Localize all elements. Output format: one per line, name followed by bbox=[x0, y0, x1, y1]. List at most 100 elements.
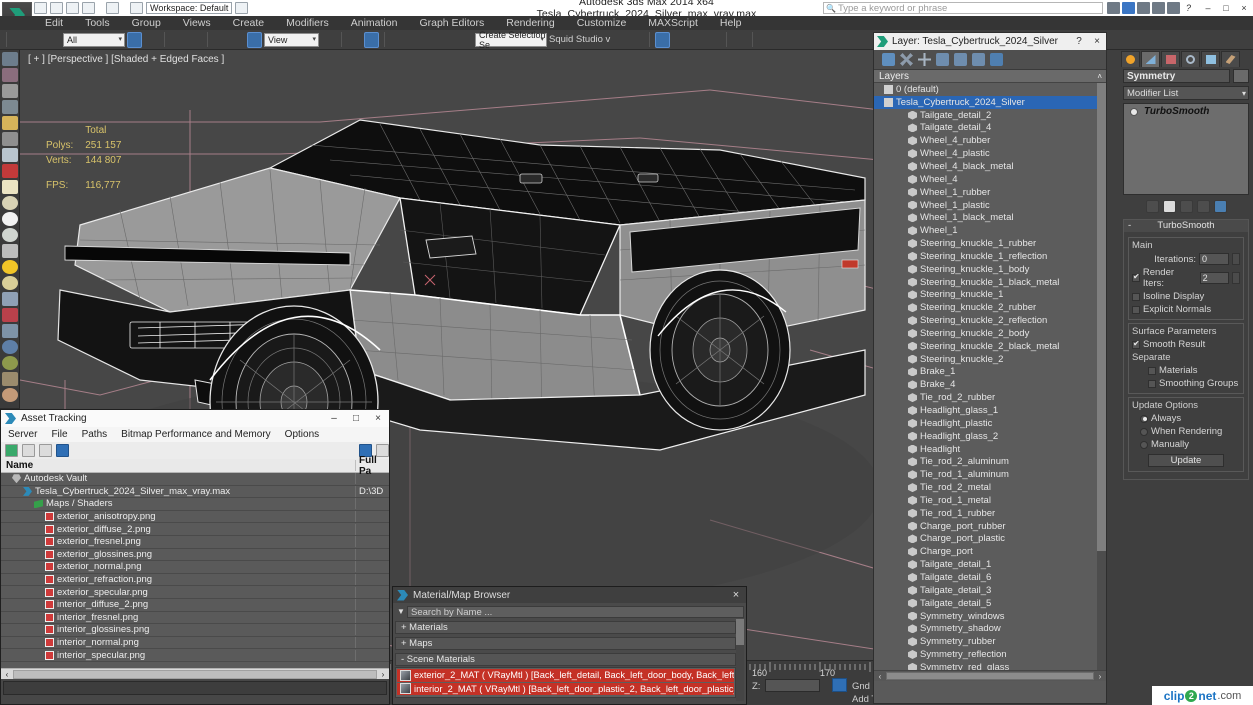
asset-menu-bitmap-performance[interactable]: Bitmap Performance and Memory bbox=[114, 429, 278, 440]
asset-menu-options[interactable]: Options bbox=[278, 429, 326, 440]
save-file-icon[interactable] bbox=[66, 2, 79, 14]
group-scene-materials[interactable]: - Scene Materials bbox=[395, 653, 736, 666]
layer-hscroll-thumb[interactable] bbox=[886, 672, 1094, 680]
layer-row[interactable]: Charge_port_plastic bbox=[874, 533, 1106, 546]
vray-clipper-icon[interactable] bbox=[1, 308, 18, 322]
asset-row[interactable]: exterior_anisotropy.png bbox=[1, 511, 389, 524]
layer-row[interactable]: Steering_knuckle_1 bbox=[874, 289, 1106, 302]
update-manually-radio[interactable] bbox=[1140, 440, 1148, 449]
layer-row[interactable]: Wheel_4_rubber bbox=[874, 134, 1106, 147]
bind-to-space-warp-icon[interactable] bbox=[46, 32, 61, 48]
layer-row[interactable]: 0 (default) bbox=[874, 83, 1106, 96]
layer-explorer-icon[interactable] bbox=[629, 32, 644, 48]
layer-row[interactable]: Wheel_4 bbox=[874, 173, 1106, 186]
tab-display[interactable] bbox=[1201, 51, 1220, 67]
asset-table-body[interactable]: Autodesk Vault Tesla_Cybertruck_2024_Silv… bbox=[1, 473, 389, 668]
light-bulb-icon[interactable] bbox=[1130, 107, 1138, 116]
update-button[interactable]: Update bbox=[1148, 454, 1224, 467]
vray-light-lister-icon[interactable] bbox=[1, 68, 18, 82]
menu-item-views[interactable]: Views bbox=[172, 16, 222, 30]
render-iters-value[interactable]: 2 bbox=[1199, 272, 1230, 284]
tab-hierarchy[interactable] bbox=[1161, 51, 1180, 67]
scroll-right-icon[interactable]: › bbox=[377, 670, 389, 679]
vray-fur-icon[interactable] bbox=[1, 292, 18, 306]
layer-row[interactable]: Headlight_glass_1 bbox=[874, 404, 1106, 417]
favorites-icon[interactable] bbox=[1167, 2, 1180, 14]
menu-item-edit[interactable]: Edit bbox=[34, 16, 74, 30]
asset-row[interactable]: exterior_specular.png bbox=[1, 586, 389, 599]
maximize-button[interactable]: □ bbox=[1217, 3, 1235, 13]
render-setup-icon[interactable] bbox=[732, 32, 747, 48]
turbosmooth-rollup-header[interactable]: - TurboSmooth bbox=[1124, 220, 1248, 232]
asset-row[interactable]: exterior_refraction.png bbox=[1, 574, 389, 587]
asset-horizontal-scrollbar[interactable]: ‹ › bbox=[1, 668, 389, 679]
scroll-left-icon[interactable]: ‹ bbox=[1, 670, 13, 679]
asset-row[interactable]: interior_glossines.png bbox=[1, 624, 389, 637]
vray-ambient-light-icon[interactable] bbox=[1, 244, 18, 258]
close-button[interactable]: × bbox=[1235, 3, 1253, 13]
select-by-name-icon[interactable] bbox=[144, 32, 159, 48]
layer-row[interactable]: Tailgate_detail_2 bbox=[874, 109, 1106, 122]
vray-render-settings-icon[interactable] bbox=[1, 84, 18, 98]
chevron-up-icon[interactable]: ˄ bbox=[1097, 72, 1102, 81]
rectangular-selection-region-icon[interactable] bbox=[170, 32, 185, 48]
asset-row[interactable]: interior_specular.png bbox=[1, 649, 389, 662]
group-materials[interactable]: + Materials bbox=[395, 621, 736, 634]
use-pivot-point-center-icon[interactable] bbox=[321, 32, 336, 48]
layer-row[interactable]: Steering_knuckle_1_body bbox=[874, 263, 1106, 276]
vray-sun-icon[interactable] bbox=[1, 116, 18, 130]
align-icon[interactable] bbox=[612, 32, 627, 48]
menu-item-group[interactable]: Group bbox=[121, 16, 172, 30]
layer-horizontal-scrollbar[interactable]: ‹ › bbox=[874, 670, 1106, 681]
iterations-value[interactable]: 0 bbox=[1199, 253, 1229, 265]
spinner-snap-toggle-icon[interactable] bbox=[424, 32, 439, 48]
asset-row[interactable]: exterior_normal.png bbox=[1, 561, 389, 574]
vray-frame-buffer-icon[interactable] bbox=[1, 52, 18, 66]
tab-motion[interactable] bbox=[1181, 51, 1200, 67]
material-browser-scrollbar[interactable] bbox=[736, 619, 744, 701]
asset-menu-file[interactable]: File bbox=[44, 429, 74, 440]
layer-close-button[interactable]: × bbox=[1088, 36, 1106, 47]
selection-filter-combo[interactable]: All ▾ bbox=[63, 32, 125, 47]
isoline-display-checkbox[interactable] bbox=[1132, 292, 1140, 301]
tab-create[interactable] bbox=[1121, 51, 1140, 67]
unlink-selection-icon[interactable] bbox=[29, 32, 44, 48]
select-and-link-icon[interactable] bbox=[12, 32, 27, 48]
render-iters-checkbox[interactable] bbox=[1132, 272, 1140, 282]
layer-row[interactable]: Wheel_1_rubber bbox=[874, 186, 1106, 199]
layer-row[interactable]: Brake_1 bbox=[874, 366, 1106, 379]
tab-modify[interactable] bbox=[1141, 51, 1160, 67]
asset-close-button[interactable]: × bbox=[367, 413, 389, 424]
mirror-icon[interactable] bbox=[458, 32, 473, 48]
window-crossing-icon[interactable] bbox=[187, 32, 202, 48]
show-end-result-icon[interactable] bbox=[1162, 199, 1176, 213]
undo-icon[interactable] bbox=[82, 2, 95, 14]
layer-row[interactable]: Tesla_Cybertruck_2024_Silver bbox=[874, 95, 1106, 109]
vray-sphere-fade-icon[interactable] bbox=[1, 340, 18, 354]
object-color-swatch[interactable] bbox=[1233, 69, 1249, 83]
snaps-toggle-icon[interactable] bbox=[364, 31, 379, 48]
layer-row[interactable]: Symmetry_windows bbox=[874, 610, 1106, 623]
asset-row[interactable]: interior_fresnel.png bbox=[1, 611, 389, 625]
menu-item-animation[interactable]: Animation bbox=[340, 16, 409, 30]
workspace-dropdown-icon[interactable] bbox=[235, 2, 249, 14]
materials-checkbox[interactable] bbox=[1148, 366, 1156, 375]
scroll-right-icon[interactable]: › bbox=[1094, 672, 1106, 681]
configure-modifier-sets-icon[interactable] bbox=[1213, 199, 1227, 213]
select-and-scale-icon[interactable] bbox=[247, 31, 262, 48]
keyword-search-input[interactable]: Type a keyword or phrase bbox=[823, 2, 1103, 15]
modifier-stack[interactable]: TurboSmooth bbox=[1123, 103, 1249, 195]
layer-row[interactable]: Tie_rod_1_aluminum bbox=[874, 468, 1106, 481]
layer-row[interactable]: Steering_knuckle_2_reflection bbox=[874, 314, 1106, 327]
delete-layer-icon[interactable] bbox=[900, 53, 913, 66]
vray-sun-position-icon[interactable] bbox=[1, 260, 18, 274]
select-object-icon[interactable] bbox=[127, 31, 142, 48]
layer-row[interactable]: Headlight bbox=[874, 443, 1106, 456]
layer-row[interactable]: Steering_knuckle_2_black_metal bbox=[874, 340, 1106, 353]
layer-row[interactable]: Headlight_glass_2 bbox=[874, 430, 1106, 443]
asset-row[interactable]: Maps / Shaders bbox=[1, 498, 389, 511]
hide-unhide-layer-icon[interactable] bbox=[972, 53, 985, 66]
asset-row[interactable]: exterior_fresnel.png bbox=[1, 536, 389, 549]
material-search-input[interactable]: Search by Name ... bbox=[407, 605, 744, 618]
layer-row[interactable]: Charge_port bbox=[874, 545, 1106, 558]
